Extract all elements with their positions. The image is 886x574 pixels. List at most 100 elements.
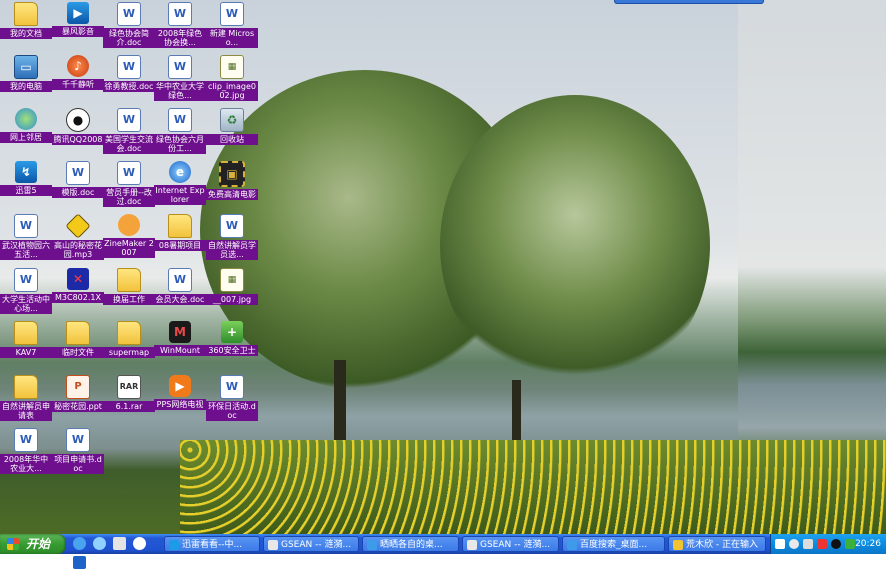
desktop-icon[interactable]: ▣ 免费高清电影 xyxy=(206,161,258,200)
music-player-icon: ♪ xyxy=(67,55,89,77)
clock[interactable]: 20:26 xyxy=(855,534,881,554)
desktop-icon[interactable]: W 营员手册--改过.doc xyxy=(103,161,155,207)
folder-icon xyxy=(117,321,141,345)
taskbar-window-label: GSEAN -- 涟漪... xyxy=(480,540,551,550)
desktop-icon[interactable]: 自然讲解员申请表 xyxy=(0,375,52,421)
desktop-icon[interactable]: W 会员大会.doc xyxy=(154,268,206,305)
word-doc-icon: W xyxy=(220,2,244,26)
desktop-icon[interactable]: W 华中农业大学绿色... xyxy=(154,55,206,101)
desktop-icon[interactable]: 换届工作 xyxy=(103,268,155,305)
chat-window-icon xyxy=(673,539,683,550)
desktop-icon[interactable]: supermap xyxy=(103,321,155,358)
word-doc-icon: W xyxy=(168,2,192,26)
desktop-icon-label: 绿色协会简介.doc xyxy=(103,28,155,48)
desktop-icon[interactable]: W 武汉植物园六五活... xyxy=(0,214,52,260)
desktop-icon[interactable]: W 环保日活动.doc xyxy=(206,375,258,421)
taskbar-window-button[interactable]: GSEAN -- 涟漪... xyxy=(263,536,359,552)
desktop-icon[interactable]: W 绿色协会六月份工... xyxy=(154,108,206,154)
taskbar-window-button[interactable]: 荒木欣 - 正在输入 xyxy=(668,536,766,552)
window-edge[interactable] xyxy=(614,0,764,4)
desktop-icon[interactable]: W 新建 Microso... xyxy=(206,2,258,48)
desktop-icon[interactable]: ▭ 我的电脑 xyxy=(0,55,52,92)
desktop-icon[interactable]: 高山的秘密花园.mp3 xyxy=(52,213,104,260)
desktop-icon[interactable]: ♻ 回收站 xyxy=(206,108,258,145)
taskbar-window-label: 百度搜索_桌面... xyxy=(580,540,648,550)
desktop-icon[interactable]: W 项目申请书.doc xyxy=(52,428,104,474)
system-tray: 20:26 xyxy=(770,534,886,554)
taskbar-window-label: 荒木欣 - 正在输入 xyxy=(686,540,758,550)
desktop-icon[interactable]: W 大学生活动中心场... xyxy=(0,268,52,314)
desktop-icon[interactable]: W 2008年绿色协会换... xyxy=(154,2,206,48)
show-desktop-icon[interactable] xyxy=(73,537,86,550)
storm-player-icon[interactable] xyxy=(73,556,86,569)
desktop-icon[interactable]: ● 腾讯QQ2008 xyxy=(52,108,104,145)
desktop-icon[interactable]: M WinMount xyxy=(154,321,206,356)
folder-icon xyxy=(14,375,38,399)
desktop-icon[interactable]: W 模版.doc xyxy=(52,161,104,198)
taskbar-window-label: 晒晒各自的桌... xyxy=(380,540,443,550)
qq-tray-icon[interactable] xyxy=(831,539,841,549)
desktop-icon[interactable]: W 2008年华中农业大... xyxy=(0,428,52,474)
start-button[interactable]: 开始 xyxy=(0,534,66,554)
desktop-icon[interactable]: W 美国学生交流会.doc xyxy=(103,108,155,154)
desktop-icon[interactable]: e Internet Explorer xyxy=(154,161,206,205)
desktop-icon[interactable]: P 秘密花园.ppt xyxy=(52,375,104,412)
word-doc-icon: W xyxy=(14,214,38,238)
image-file-icon: ▦ xyxy=(220,55,244,79)
volume-icon[interactable] xyxy=(803,539,813,549)
taskbar-window-button[interactable]: 晒晒各自的桌... xyxy=(362,536,459,552)
desktop-icon[interactable]: ▦ __007.jpg xyxy=(206,268,258,305)
desktop-icon[interactable]: RAR 6.1.rar xyxy=(103,375,155,412)
zinemaker-icon xyxy=(118,214,140,236)
desktop-icon[interactable]: +360安全卫士 xyxy=(206,321,258,356)
desktop-icon-label: 网上邻居 xyxy=(0,132,52,143)
desktop-icon[interactable]: 网上邻居 xyxy=(0,108,52,143)
folder-icon xyxy=(14,321,38,345)
windows-media-icon[interactable] xyxy=(113,537,127,550)
desktop-icon[interactable]: KAV7 xyxy=(0,321,52,358)
internet-explorer-icon[interactable] xyxy=(93,537,107,550)
chat-window-icon xyxy=(268,539,278,550)
desktop-icon[interactable]: ♪ 千千静听 xyxy=(52,55,104,90)
taskbar-window-label: GSEAN -- 涟漪... xyxy=(281,540,352,550)
word-doc-icon: W xyxy=(168,108,192,132)
browser-icon xyxy=(567,539,577,550)
desktop-icon[interactable]: W 自然讲解员学员选... xyxy=(206,214,258,260)
desktop-icon-label: 腾讯QQ2008 xyxy=(52,134,104,145)
word-doc-icon: W xyxy=(220,375,244,399)
desktop-icon[interactable]: ✕ M3C802.1X xyxy=(52,268,104,303)
rar-archive-icon: RAR xyxy=(117,375,141,399)
desktop-icon[interactable]: ZineMaker 2007 xyxy=(103,214,155,258)
desktop-icon[interactable]: W 徐勇教授.doc xyxy=(103,55,155,92)
desktop-icon[interactable]: ↯ 迅雷5 xyxy=(0,161,52,196)
desktop-icon[interactable]: 临时文件 xyxy=(52,321,104,358)
qq-icon[interactable] xyxy=(133,537,147,550)
wallpaper-tree-right xyxy=(440,95,710,395)
film-icon: ▣ xyxy=(219,161,245,187)
desktop-icon-label: 我的电脑 xyxy=(0,81,52,92)
taskbar-window-label: 迅雷看看--中... xyxy=(182,540,243,550)
taskbar-window-button[interactable]: GSEAN -- 涟漪... xyxy=(462,536,559,552)
desktop-icon[interactable]: ▦ clip_image002.jpg xyxy=(206,55,258,101)
network-tray-icon[interactable] xyxy=(789,539,799,549)
desktop-icon[interactable]: 我的文档 xyxy=(0,2,52,39)
desktop-icon-label: 2008年绿色协会换... xyxy=(154,28,206,48)
desktop-icon[interactable]: ▶ PPS网络电视 xyxy=(154,375,206,410)
security-tray-icon[interactable] xyxy=(845,539,855,549)
desktop-icon[interactable]: W 绿色协会简介.doc xyxy=(103,2,155,48)
word-doc-icon: W xyxy=(168,268,192,292)
desktop-icon-label: 美国学生交流会.doc xyxy=(103,134,155,154)
desktop-icon[interactable]: 08暑期项目 xyxy=(154,214,206,251)
desktop-icon[interactable]: ▶ 暴风影音 xyxy=(52,2,104,37)
word-doc-icon: W xyxy=(117,161,141,185)
input-method-icon[interactable] xyxy=(775,539,785,549)
desktop-icon-label: 6.1.rar xyxy=(103,401,155,412)
desktop-icon-label: 2008年华中农业大... xyxy=(0,454,52,474)
antivirus-tray-icon[interactable] xyxy=(817,539,827,549)
desktop-icon-label: WinMount xyxy=(154,345,206,356)
taskbar-window-button[interactable]: 百度搜索_桌面... xyxy=(562,536,665,552)
taskbar-window-button[interactable]: 迅雷看看--中... xyxy=(164,536,260,552)
desktop-icon-label: clip_image002.jpg xyxy=(206,81,258,101)
taskbar: 开始 迅雷看看--中... GSEAN -- 涟漪... 晒晒各自的桌... GSEA… xyxy=(0,534,886,569)
desktop-icon-label: 回收站 xyxy=(206,134,258,145)
